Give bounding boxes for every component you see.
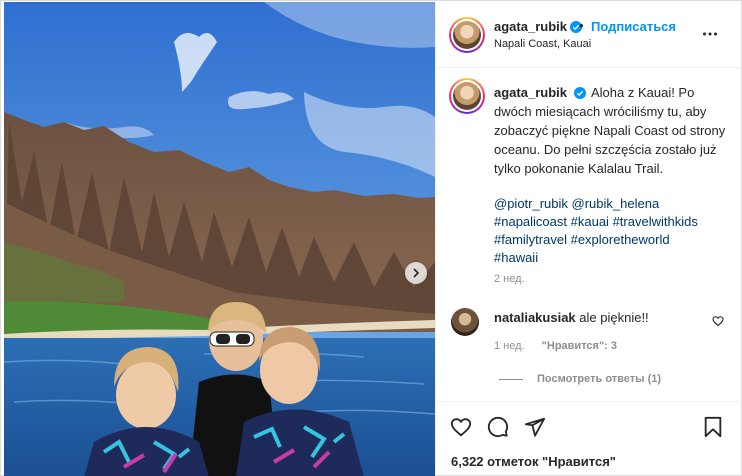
hashtag-link[interactable]: #hawaii [494, 250, 538, 265]
avatar-border [451, 80, 483, 112]
post-header: agata_rubik • Подписаться Napali Coast, … [436, 1, 742, 68]
heart-icon[interactable] [450, 416, 472, 438]
view-replies-label: Посмотреть ответы (1) [537, 373, 662, 385]
hashtag-link[interactable]: #travelwithkids [613, 214, 698, 229]
send-icon[interactable] [524, 416, 546, 438]
separator-dot: • [579, 18, 584, 33]
next-photo-button[interactable] [405, 262, 427, 284]
bookmark-icon[interactable] [702, 416, 724, 438]
caption-author-avatar[interactable] [449, 78, 485, 114]
author-username[interactable]: agata_rubik [494, 19, 567, 34]
comment-text-row: nataliakusiak ale pięknie!! [494, 310, 649, 325]
more-horizontal-icon[interactable] [702, 26, 718, 42]
avatar-image [453, 82, 481, 110]
avatar-border [451, 19, 483, 51]
replies-divider [499, 378, 523, 380]
hashtag-link[interactable]: #kauai [571, 214, 609, 229]
mention-link[interactable]: @rubik_helena [572, 196, 660, 211]
hashtag-link[interactable]: #familytravel [494, 232, 567, 247]
caption-text-block: agata_rubik Aloha z Kauai! Po dwóch mies… [494, 83, 734, 178]
instagram-post: agata_rubik • Подписаться Napali Coast, … [0, 0, 742, 476]
commenter-avatar[interactable] [451, 308, 479, 336]
comment-meta: 1 нед. "Нравится": 3 [494, 340, 631, 352]
comment-like-heart-icon[interactable] [712, 315, 724, 327]
post-photo-image [4, 2, 435, 476]
mention-link[interactable]: @piotr_rubik [494, 196, 568, 211]
comment-timestamp[interactable]: 1 нед. [494, 340, 525, 352]
likes-count[interactable]: 6,322 отметок "Нравится" [451, 454, 616, 469]
post-photo[interactable] [4, 2, 435, 476]
verified-badge-icon [573, 87, 586, 99]
follow-button[interactable]: Подписаться [591, 19, 676, 34]
caption-username[interactable]: agata_rubik [494, 85, 567, 100]
caption-timestamp[interactable]: 2 нед. [494, 273, 525, 285]
chevron-right-icon [413, 268, 420, 278]
comment-icon[interactable] [487, 416, 509, 438]
commenter-username[interactable]: nataliakusiak [494, 310, 576, 325]
caption-tags: @piotr_rubik @rubik_helena #napalicoast … [494, 195, 734, 267]
view-replies-button[interactable]: Посмотреть ответы (1) [499, 373, 661, 385]
author-avatar[interactable] [449, 17, 485, 53]
hashtag-link[interactable]: #exploretheworld [571, 232, 670, 247]
avatar-image [453, 21, 481, 49]
post-location[interactable]: Napali Coast, Kauai [494, 38, 591, 50]
hashtag-link[interactable]: #napalicoast [494, 214, 567, 229]
comment-body: ale pięknie!! [579, 310, 649, 325]
action-bar: 6,322 отметок "Нравится" [436, 401, 742, 476]
comment-likes[interactable]: "Нравится": 3 [542, 340, 617, 352]
author-name-row: agata_rubik [494, 18, 582, 36]
post-side-panel: agata_rubik • Подписаться Napali Coast, … [435, 1, 742, 476]
